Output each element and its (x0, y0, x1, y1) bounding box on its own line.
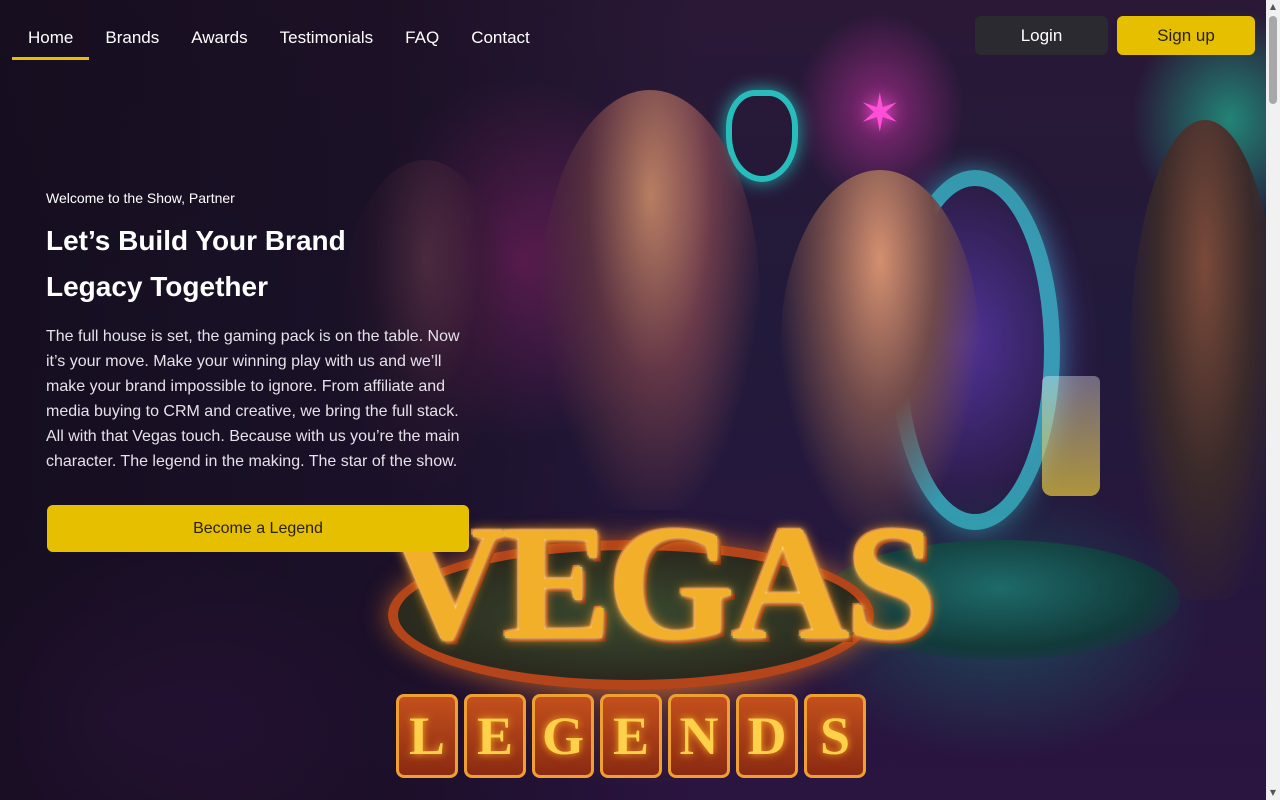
logo-letter: E (600, 694, 662, 778)
nav-item-brands[interactable]: Brands (89, 18, 175, 60)
signup-button[interactable]: Sign up (1117, 16, 1255, 55)
logo-word-legends: L E G E N D S (396, 694, 866, 778)
become-a-legend-button[interactable]: Become a Legend (47, 505, 469, 552)
hero-text-block: Welcome to the Show, Partner Let’s Build… (46, 190, 466, 474)
logo-letter: E (464, 694, 526, 778)
hero-body-copy: The full house is set, the gaming pack i… (46, 328, 460, 470)
page-scrollbar[interactable]: ▲ ▼ (1266, 0, 1280, 800)
chevron-up-icon[interactable]: ▲ (1266, 0, 1280, 14)
scrollbar-thumb[interactable] (1269, 16, 1277, 104)
main-nav: Home Brands Awards Testimonials FAQ Cont… (12, 18, 546, 62)
nav-item-contact[interactable]: Contact (455, 18, 546, 60)
hero-kicker: Welcome to the Show, Partner (46, 190, 235, 206)
nav-item-awards[interactable]: Awards (175, 18, 263, 60)
login-button[interactable]: Login (975, 16, 1108, 55)
logo-letter: D (736, 694, 798, 778)
nav-item-testimonials[interactable]: Testimonials (264, 18, 390, 60)
nav-item-home[interactable]: Home (12, 18, 90, 60)
hero-headline-line2: Legacy Together (46, 271, 268, 302)
logo-letter: L (396, 694, 458, 778)
hero-headline-line1: Let’s Build Your Brand (46, 225, 346, 256)
logo-letter: S (804, 694, 866, 778)
hero-headline: Let’s Build Your Brand Legacy Together (46, 218, 466, 310)
logo-letter: G (532, 694, 594, 778)
nav-item-faq[interactable]: FAQ (389, 18, 455, 60)
logo-letter: N (668, 694, 730, 778)
chevron-down-icon[interactable]: ▼ (1266, 786, 1280, 800)
